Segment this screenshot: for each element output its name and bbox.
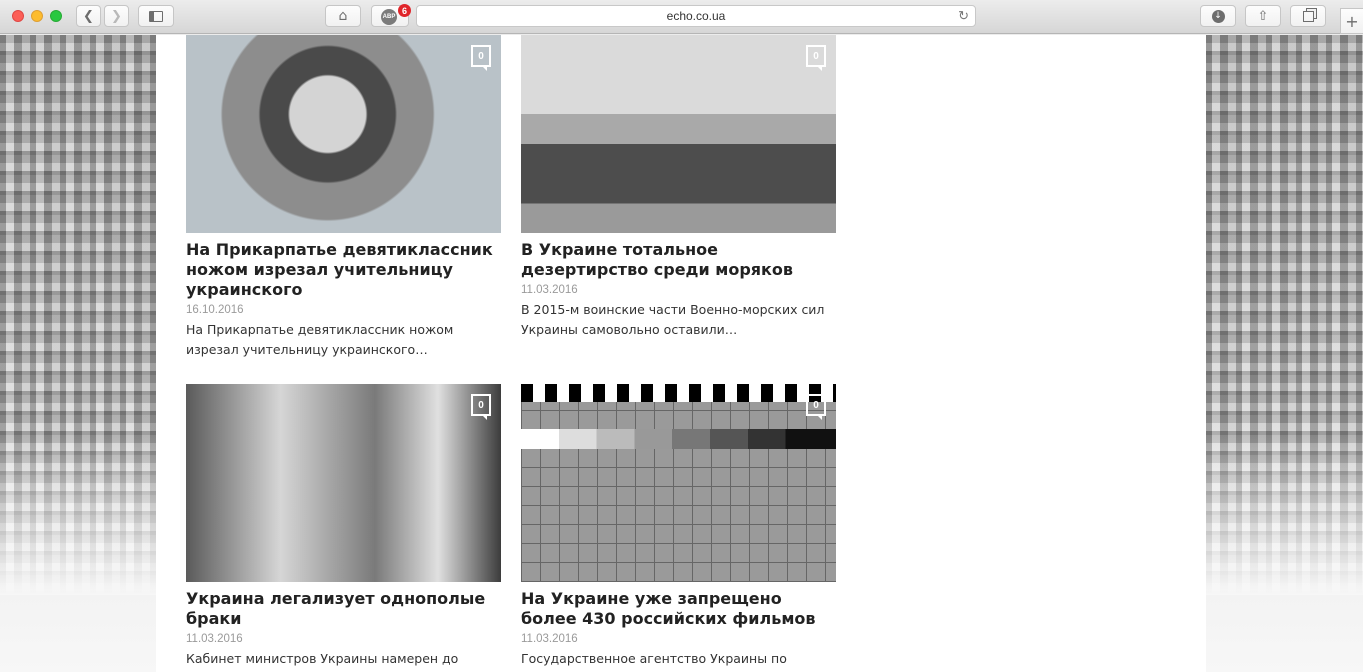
share-button[interactable]: ⇧ xyxy=(1245,5,1281,27)
address-bar[interactable]: echo.co.ua ↻ xyxy=(416,5,976,27)
downloads-button[interactable]: ↓ xyxy=(1200,5,1236,27)
city-background-left xyxy=(0,35,160,595)
url-text: echo.co.ua xyxy=(666,9,726,23)
back-button[interactable]: ❮ xyxy=(76,5,101,27)
article-card[interactable]: 0 Украина легализует однополые браки 11.… xyxy=(186,384,501,672)
chevron-left-icon: ❮ xyxy=(83,8,94,24)
article-date: 11.03.2016 xyxy=(186,633,243,645)
chevron-right-icon: ❯ xyxy=(111,8,122,24)
article-image[interactable]: 0 xyxy=(521,35,836,233)
sidebar-button[interactable] xyxy=(138,5,174,27)
article-excerpt: На Прикарпатье девятиклассник ножом изре… xyxy=(186,322,454,357)
article-title[interactable]: Украина легализует однополые браки xyxy=(186,589,501,629)
forward-button[interactable]: ❯ xyxy=(104,5,129,27)
article-date: 16.10.2016 xyxy=(186,304,244,316)
adblock-icon: ABP xyxy=(381,9,397,25)
adblock-extension-button[interactable]: ABP 6 xyxy=(371,4,411,27)
article-image[interactable]: 0 xyxy=(186,384,501,582)
comment-count-icon[interactable]: 0 xyxy=(471,45,491,71)
share-icon: ⇧ xyxy=(1257,8,1269,24)
article-excerpt: Кабинет министров Украины намерен до кон… xyxy=(186,651,459,672)
minimize-window-button[interactable] xyxy=(31,10,43,22)
article-excerpt: Государственное агентство Украины по xyxy=(521,651,787,666)
article-date: 11.03.2016 xyxy=(521,284,578,296)
comment-count-icon[interactable]: 0 xyxy=(806,45,826,71)
article-title[interactable]: На Прикарпатье девятиклассник ножом изре… xyxy=(186,240,501,300)
tabs-overview-button[interactable] xyxy=(1290,5,1326,27)
reload-icon[interactable]: ↻ xyxy=(958,8,969,24)
plus-icon: + xyxy=(1345,11,1359,31)
adblock-count-badge: 6 xyxy=(398,4,411,17)
zoom-window-button[interactable] xyxy=(50,10,62,22)
article-title[interactable]: На Украине уже запрещено более 430 росси… xyxy=(521,589,836,629)
new-tab-button[interactable]: + xyxy=(1340,8,1363,34)
tabs-icon xyxy=(1302,10,1314,22)
article-image[interactable]: 0 xyxy=(186,35,501,233)
comment-count-icon[interactable]: 0 xyxy=(806,394,826,420)
article-title[interactable]: В Украине тотальное дезертирство среди м… xyxy=(521,240,836,280)
article-image[interactable]: 0 xyxy=(521,384,836,582)
article-card[interactable]: 0 На Украине уже запрещено более 430 рос… xyxy=(521,384,836,669)
close-window-button[interactable] xyxy=(12,10,24,22)
page-background: 0 На Прикарпатье девятиклассник ножом из… xyxy=(0,35,1363,672)
article-excerpt: В 2015-м воинские части Военно-морских с… xyxy=(521,302,825,337)
article-card[interactable]: 0 На Прикарпатье девятиклассник ножом из… xyxy=(186,35,501,360)
home-button[interactable]: ⌂ xyxy=(325,5,361,27)
city-background-right xyxy=(1206,35,1363,595)
home-icon: ⌂ xyxy=(338,8,348,24)
comment-count-icon[interactable]: 0 xyxy=(471,394,491,420)
download-icon: ↓ xyxy=(1211,9,1225,23)
browser-toolbar: ❮ ❯ ⌂ ABP 6 echo.co.ua ↻ ↓ ⇧ + xyxy=(0,0,1363,34)
article-date: 11.03.2016 xyxy=(521,633,578,645)
article-card[interactable]: 0 В Украине тотальное дезертирство среди… xyxy=(521,35,836,340)
content-area: 0 На Прикарпатье девятиклассник ножом из… xyxy=(156,35,1206,672)
sidebar-icon xyxy=(149,10,163,22)
